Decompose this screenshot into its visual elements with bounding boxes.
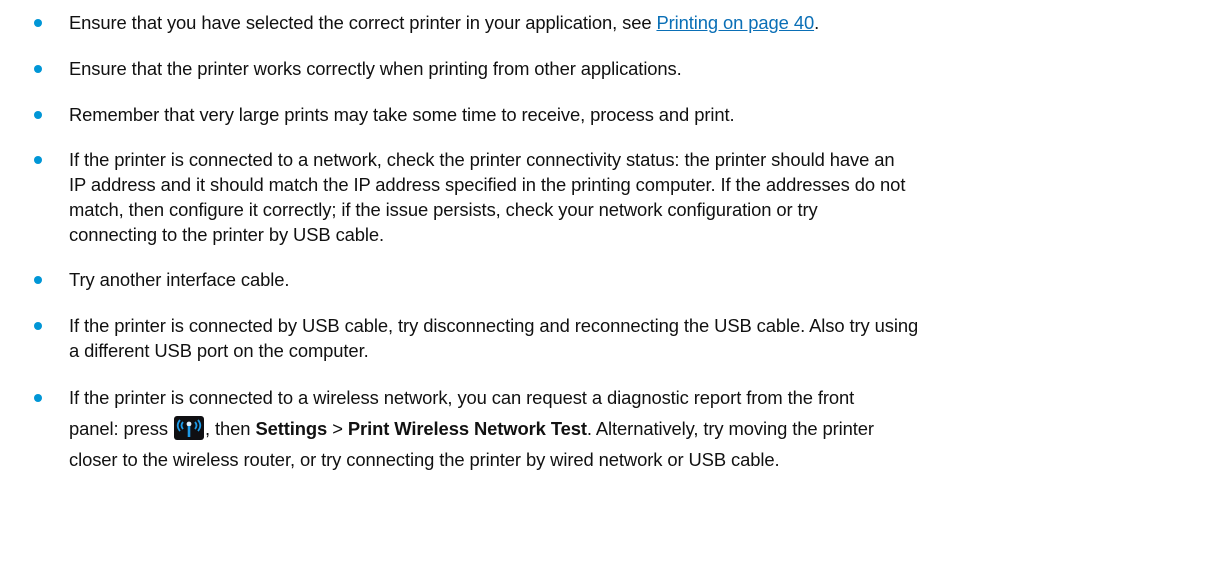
wireless-icon <box>174 416 204 440</box>
text-line: If the printer is connected to a wireles… <box>69 387 855 408</box>
text-segment: > <box>327 418 348 439</box>
bullet-icon <box>34 65 42 73</box>
text-line: a different USB port on the computer. <box>69 340 369 361</box>
bullet-icon <box>34 276 42 284</box>
text-line: IP address and it should match the IP ad… <box>69 174 906 195</box>
text-line: If the printer is connected by USB cable… <box>69 315 919 336</box>
text-segment: panel: press <box>69 418 173 439</box>
text-segment: . <box>814 12 820 33</box>
settings-menu-label: Settings <box>255 418 328 439</box>
list-item-text: Ensure that you have selected the correc… <box>69 10 1194 35</box>
text-line: match, then configure it correctly; if t… <box>69 199 818 220</box>
list-item-text: If the printer is connected to a network… <box>69 147 1194 247</box>
list-item-text: Remember that very large prints may take… <box>69 104 735 125</box>
text-segment: Ensure that you have selected the correc… <box>69 12 657 33</box>
bullet-icon <box>34 322 42 330</box>
print-wireless-network-test-label: Print Wireless Network Test <box>347 418 587 439</box>
text-line: closer to the wireless router, or try co… <box>69 449 780 470</box>
bullet-icon <box>34 111 42 119</box>
text-line: connecting to the printer by USB cable. <box>69 224 385 245</box>
list-item-text: Try another interface cable. <box>69 269 290 290</box>
list-item-text: Ensure that the printer works correctly … <box>69 58 682 79</box>
list-item-text: If the printer is connected by USB cable… <box>69 313 1194 363</box>
bullet-icon <box>34 156 42 164</box>
text-line: If the printer is connected to a network… <box>69 149 895 170</box>
bullet-icon <box>34 19 42 27</box>
list-item-text: If the printer is connected to a wireles… <box>69 382 1194 475</box>
text-segment: , then <box>205 418 256 439</box>
text-line: panel: press , then Settings > Print Wir… <box>69 413 1194 444</box>
bullet-icon <box>34 394 42 402</box>
printing-page-link[interactable]: Printing on page 40 <box>656 12 814 33</box>
text-segment: . Alternatively, try moving the printer <box>586 418 874 439</box>
